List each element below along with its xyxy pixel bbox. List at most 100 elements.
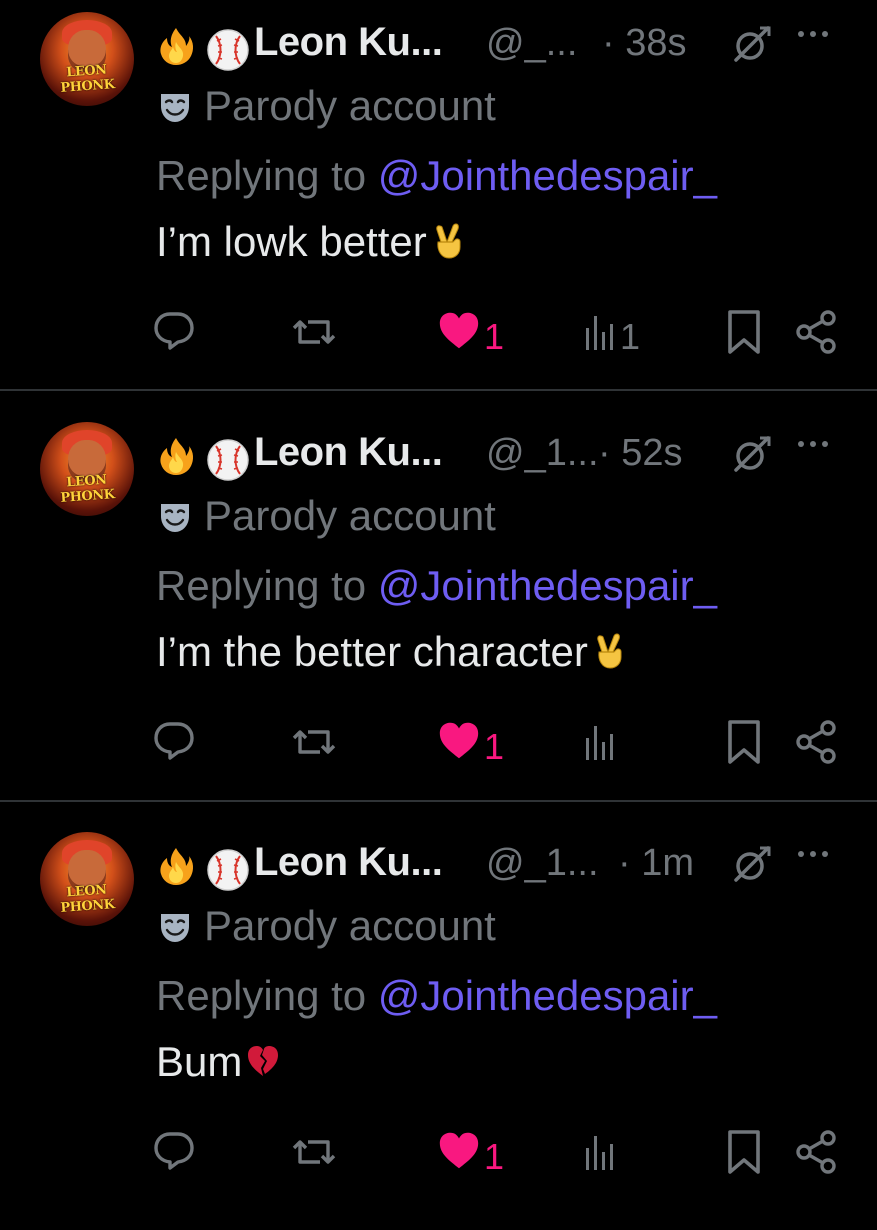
views-button[interactable]: 1 (576, 308, 666, 357)
avatar-brand-text: LEON PHONK (60, 62, 116, 96)
user-handle[interactable]: @_1... (486, 842, 599, 885)
grok-icon[interactable] (732, 434, 772, 474)
bookmark-button[interactable] (720, 718, 768, 766)
display-name[interactable]: Leon Ku... (254, 840, 443, 885)
broken-heart-emoji-icon (246, 1042, 280, 1080)
parody-mask-icon (158, 90, 192, 124)
grok-icon[interactable] (732, 24, 772, 64)
action-bar: 1 (150, 1120, 850, 1184)
repost-icon (290, 1128, 338, 1176)
like-count: 1 (484, 316, 505, 357)
like-button[interactable]: 1 (436, 718, 526, 767)
parody-mask-icon (158, 500, 192, 534)
post-header: Leon Ku... @_1... · 1m (156, 834, 846, 890)
post-header: Leon Ku... @_1... · 52s (156, 424, 846, 480)
replying-to: Replying to @Jointhedespair_ (156, 562, 717, 610)
fire-emoji-icon (156, 26, 196, 66)
like-count: 1 (484, 726, 505, 767)
share-icon (792, 1128, 840, 1176)
reply-icon (150, 718, 198, 766)
post-1[interactable]: LEON PHONK Leon Ku... @_... · 38s Parody… (0, 0, 877, 410)
post-text: Bum (156, 1038, 280, 1086)
post-timestamp[interactable]: · 1m (618, 842, 694, 885)
replying-to: Replying to @Jointhedespair_ (156, 972, 717, 1020)
post-divider (0, 800, 877, 802)
avatar[interactable]: LEON PHONK (40, 832, 134, 926)
reply-icon (150, 308, 198, 356)
repost-button[interactable] (290, 1128, 338, 1176)
replying-to-prefix: Replying to (156, 562, 367, 609)
fire-emoji-icon (156, 846, 196, 886)
like-count: 1 (484, 1136, 505, 1177)
post-3[interactable]: LEON PHONK Leon Ku... @_1... · 1m Parody… (0, 820, 877, 1230)
heart-icon (436, 1128, 482, 1174)
reply-button[interactable] (150, 1128, 198, 1176)
post-divider (0, 389, 877, 391)
grok-icon[interactable] (732, 844, 772, 884)
replying-to-prefix: Replying to (156, 972, 367, 1019)
avatar-brand-text: LEON PHONK (60, 882, 116, 916)
share-icon (792, 718, 840, 766)
post-text-content: I’m the better character (156, 628, 588, 675)
parody-label: Parody account (204, 492, 496, 539)
post-text: I’m lowk better (156, 218, 465, 266)
like-button[interactable]: 1 (436, 308, 526, 357)
share-button[interactable] (792, 1128, 840, 1176)
share-icon (792, 308, 840, 356)
views-button[interactable] (576, 1128, 666, 1176)
post-timestamp[interactable]: · 52s (598, 432, 682, 475)
fire-emoji-icon (156, 436, 196, 476)
post-text: I’m the better character (156, 628, 626, 676)
reply-button[interactable] (150, 308, 198, 356)
repost-button[interactable] (290, 308, 338, 356)
replying-to: Replying to @Jointhedespair_ (156, 152, 717, 200)
more-options-icon[interactable] (796, 844, 830, 864)
bookmark-button[interactable] (720, 1128, 768, 1176)
baseball-emoji-icon (206, 848, 250, 892)
reply-mention-link[interactable]: @Jointhedespair_ (378, 152, 717, 199)
reply-mention-link[interactable]: @Jointhedespair_ (378, 972, 717, 1019)
user-handle[interactable]: @_... (486, 22, 577, 65)
display-name[interactable]: Leon Ku... (254, 430, 443, 475)
share-button[interactable] (792, 718, 840, 766)
bookmark-icon (720, 718, 768, 766)
action-bar: 1 1 (150, 300, 850, 364)
views-icon (576, 1128, 624, 1176)
post-2[interactable]: LEON PHONK Leon Ku... @_1... · 52s Parod… (0, 410, 877, 820)
more-options-icon[interactable] (796, 24, 830, 44)
views-button[interactable] (576, 718, 666, 766)
post-text-content: I’m lowk better (156, 218, 427, 265)
reply-button[interactable] (150, 718, 198, 766)
view-count: 1 (620, 316, 641, 357)
avatar[interactable]: LEON PHONK (40, 12, 134, 106)
action-bar: 1 (150, 710, 850, 774)
avatar-brand-text: LEON PHONK (60, 472, 116, 506)
baseball-emoji-icon (206, 438, 250, 482)
replying-to-prefix: Replying to (156, 152, 367, 199)
views-icon (576, 718, 624, 766)
bookmark-button[interactable] (720, 308, 768, 356)
repost-icon (290, 308, 338, 356)
avatar[interactable]: LEON PHONK (40, 422, 134, 516)
repost-icon (290, 718, 338, 766)
bookmark-icon (720, 308, 768, 356)
bookmark-icon (720, 1128, 768, 1176)
post-timestamp[interactable]: · 38s (602, 22, 686, 65)
reply-mention-link[interactable]: @Jointhedespair_ (378, 562, 717, 609)
display-name[interactable]: Leon Ku... (254, 20, 443, 65)
parody-label: Parody account (204, 82, 496, 129)
more-options-icon[interactable] (796, 434, 830, 454)
post-header: Leon Ku... @_... · 38s (156, 14, 846, 70)
user-handle[interactable]: @_1... (486, 432, 599, 475)
share-button[interactable] (792, 308, 840, 356)
heart-icon (436, 718, 482, 764)
heart-icon (436, 308, 482, 354)
post-text-content: Bum (156, 1038, 243, 1085)
reply-icon (150, 1128, 198, 1176)
baseball-emoji-icon (206, 28, 250, 72)
like-button[interactable]: 1 (436, 1128, 526, 1177)
views-icon (576, 308, 624, 356)
repost-button[interactable] (290, 718, 338, 766)
victory-hand-emoji-icon (431, 222, 465, 260)
parody-label: Parody account (204, 902, 496, 949)
